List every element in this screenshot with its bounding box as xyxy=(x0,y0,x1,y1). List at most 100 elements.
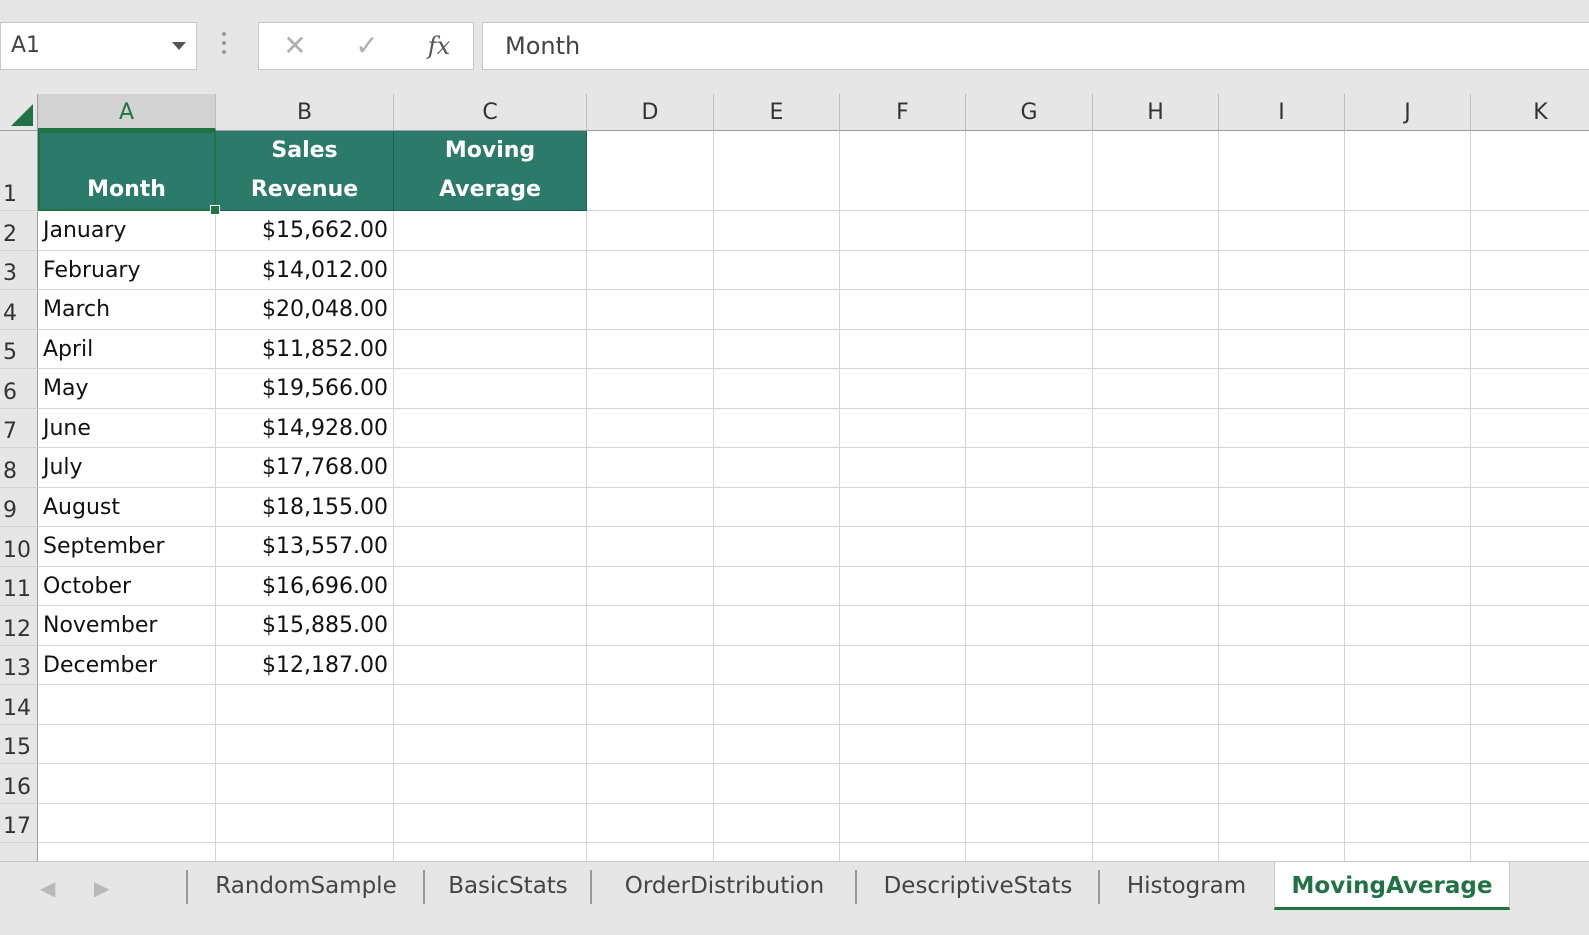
cell-a17[interactable] xyxy=(38,803,216,843)
cell-k8[interactable] xyxy=(1471,448,1589,488)
row-header-3[interactable]: 3 xyxy=(0,250,38,290)
cell-f5[interactable] xyxy=(840,329,966,369)
cell-g13[interactable] xyxy=(966,645,1093,685)
row-header-13[interactable]: 13 xyxy=(0,645,38,685)
row-header-1[interactable]: 1 xyxy=(0,131,38,211)
column-header-f[interactable]: F xyxy=(840,94,966,131)
column-header-k[interactable]: K xyxy=(1471,94,1589,131)
cell-e15[interactable] xyxy=(714,724,840,764)
cell-kx[interactable] xyxy=(1471,843,1589,861)
cell-h7[interactable] xyxy=(1093,408,1219,448)
cell-k5[interactable] xyxy=(1471,330,1589,369)
cell-f12[interactable] xyxy=(840,606,966,646)
cell-i15[interactable] xyxy=(1219,724,1345,764)
enter-check-icon[interactable]: ✓ xyxy=(347,29,387,63)
cell-d11[interactable] xyxy=(587,566,714,606)
cell-h8[interactable] xyxy=(1093,448,1219,488)
cell-c4[interactable] xyxy=(394,290,587,330)
cell-g9[interactable] xyxy=(966,487,1093,527)
cell-b5[interactable]: $11,852.00 xyxy=(216,329,394,369)
cell-d7[interactable] xyxy=(587,408,714,448)
cell-f1[interactable] xyxy=(840,131,966,211)
cell-j17[interactable] xyxy=(1345,803,1471,843)
cell-k1[interactable] xyxy=(1471,131,1589,211)
cell-jx[interactable] xyxy=(1345,843,1471,861)
cell-a3[interactable]: February xyxy=(38,250,216,290)
cell-d10[interactable] xyxy=(587,527,714,567)
cell-b7[interactable]: $14,928.00 xyxy=(216,408,394,448)
cell-a6[interactable]: May xyxy=(38,369,216,409)
cell-b13[interactable]: $12,187.00 xyxy=(216,645,394,685)
cell-a1[interactable]: Month xyxy=(38,131,216,211)
column-header-e[interactable]: E xyxy=(714,94,840,131)
select-all-corner[interactable] xyxy=(0,94,38,131)
cell-i7[interactable] xyxy=(1219,408,1345,448)
cell-b3[interactable]: $14,012.00 xyxy=(216,250,394,290)
cell-j15[interactable] xyxy=(1345,724,1471,764)
row-header-5[interactable]: 5 xyxy=(0,329,38,369)
formula-input[interactable]: Month xyxy=(482,22,1589,70)
cell-f7[interactable] xyxy=(840,408,966,448)
column-header-g[interactable]: G xyxy=(966,94,1093,131)
cell-f4[interactable] xyxy=(840,290,966,330)
cell-j1[interactable] xyxy=(1345,131,1471,211)
row-header-12[interactable]: 12 xyxy=(0,606,38,646)
tab-scroll-right-icon[interactable]: ▶ xyxy=(94,876,109,900)
cell-b11[interactable]: $16,696.00 xyxy=(216,566,394,606)
cell-j14[interactable] xyxy=(1345,685,1471,725)
cell-k15[interactable] xyxy=(1471,725,1589,764)
cell-f15[interactable] xyxy=(840,724,966,764)
cell-c8[interactable] xyxy=(394,448,587,488)
cell-c17[interactable] xyxy=(394,803,587,843)
cell-k11[interactable] xyxy=(1471,567,1589,606)
cell-j5[interactable] xyxy=(1345,329,1471,369)
cell-f9[interactable] xyxy=(840,487,966,527)
row-header-2[interactable]: 2 xyxy=(0,211,38,251)
cell-i17[interactable] xyxy=(1219,803,1345,843)
cell-j12[interactable] xyxy=(1345,606,1471,646)
cell-e8[interactable] xyxy=(714,448,840,488)
cell-j10[interactable] xyxy=(1345,527,1471,567)
cell-g4[interactable] xyxy=(966,290,1093,330)
cell-b6[interactable]: $19,566.00 xyxy=(216,369,394,409)
column-header-d[interactable]: D xyxy=(587,94,714,131)
cell-i9[interactable] xyxy=(1219,487,1345,527)
cell-e1[interactable] xyxy=(714,131,840,211)
cell-e4[interactable] xyxy=(714,290,840,330)
cell-h16[interactable] xyxy=(1093,764,1219,804)
cell-h10[interactable] xyxy=(1093,527,1219,567)
cell-a8[interactable]: July xyxy=(38,448,216,488)
cell-i6[interactable] xyxy=(1219,369,1345,409)
cell-e3[interactable] xyxy=(714,250,840,290)
cell-g7[interactable] xyxy=(966,408,1093,448)
cell-f10[interactable] xyxy=(840,527,966,567)
cell-i5[interactable] xyxy=(1219,329,1345,369)
sheet-tab-orderdistribution[interactable]: OrderDistribution xyxy=(592,862,857,910)
cell-c2[interactable] xyxy=(394,211,587,251)
cell-b15[interactable] xyxy=(216,724,394,764)
row-header-partial[interactable] xyxy=(0,843,38,861)
cell-e17[interactable] xyxy=(714,803,840,843)
cell-cx[interactable] xyxy=(394,843,587,861)
cell-i12[interactable] xyxy=(1219,606,1345,646)
cell-ix[interactable] xyxy=(1219,843,1345,861)
column-header-i[interactable]: I xyxy=(1219,94,1345,131)
cell-f3[interactable] xyxy=(840,250,966,290)
cell-bx[interactable] xyxy=(216,843,394,861)
cell-e5[interactable] xyxy=(714,329,840,369)
cell-a13[interactable]: December xyxy=(38,645,216,685)
cell-b10[interactable]: $13,557.00 xyxy=(216,527,394,567)
cell-e7[interactable] xyxy=(714,408,840,448)
cell-h2[interactable] xyxy=(1093,211,1219,251)
cell-g1[interactable] xyxy=(966,131,1093,211)
cell-k14[interactable] xyxy=(1471,685,1589,725)
row-header-16[interactable]: 16 xyxy=(0,764,38,804)
cell-d4[interactable] xyxy=(587,290,714,330)
cell-k2[interactable] xyxy=(1471,211,1589,251)
cell-c12[interactable] xyxy=(394,606,587,646)
row-header-14[interactable]: 14 xyxy=(0,685,38,725)
cell-g3[interactable] xyxy=(966,250,1093,290)
cell-b4[interactable]: $20,048.00 xyxy=(216,290,394,330)
cell-c14[interactable] xyxy=(394,685,587,725)
cell-j7[interactable] xyxy=(1345,408,1471,448)
